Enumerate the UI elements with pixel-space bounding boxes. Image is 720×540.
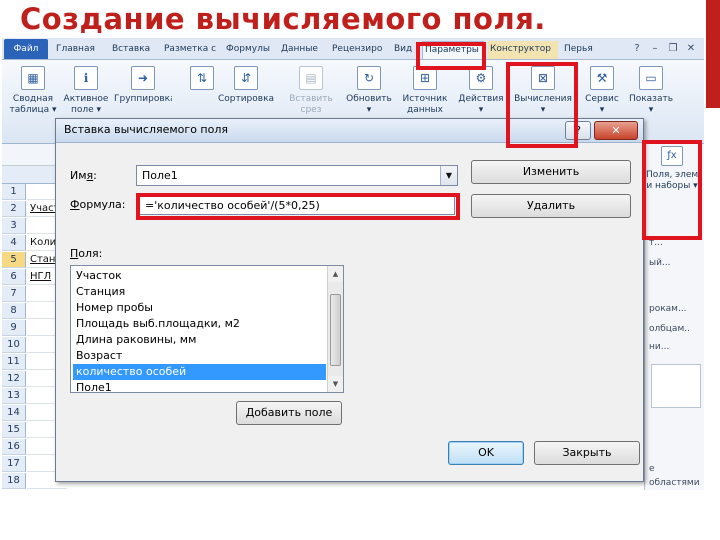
list-item[interactable]: Длина раковины, мм (73, 332, 326, 348)
close-icon[interactable]: ✕ (684, 42, 698, 56)
show-icon: ▭ (639, 66, 663, 90)
row-header[interactable]: 14 (2, 405, 26, 421)
row-header[interactable]: 6 (2, 269, 26, 285)
dialog-close-x-button[interactable]: ✕ (594, 121, 638, 140)
tab-home[interactable]: Главная (54, 41, 108, 59)
modify-button[interactable]: Изменить (471, 160, 631, 184)
row-header[interactable]: 17 (2, 456, 26, 472)
highlight-calculations-button (506, 62, 578, 148)
pane-item: е (649, 464, 655, 474)
active-field-icon: ℹ (74, 66, 98, 90)
close-button[interactable]: Закрыть (534, 441, 640, 465)
tab-formulas[interactable]: Формулы (224, 41, 276, 59)
list-item[interactable]: Поле1 (73, 380, 326, 392)
row-header[interactable]: 8 (2, 303, 26, 319)
dialog-title: Вставка вычисляемого поля (64, 123, 228, 136)
pane-item[interactable]: олбцам.. (649, 324, 704, 334)
list-item[interactable]: Возраст (73, 348, 326, 364)
group-icon: ➜ (131, 66, 155, 90)
scroll-up-icon[interactable]: ▲ (328, 266, 343, 282)
tab-pens[interactable]: Перья (562, 41, 600, 59)
sort-icon: ⇵ (234, 66, 258, 90)
row-header[interactable]: 10 (2, 337, 26, 353)
tab-view[interactable]: Вид (392, 41, 418, 59)
sort-az-icon: ⇅ (190, 66, 214, 90)
pane-item[interactable]: ый... (649, 258, 704, 268)
pivot-table-icon: ▦ (21, 66, 45, 90)
tab-file[interactable]: Файл (4, 39, 48, 59)
scroll-down-icon[interactable]: ▼ (328, 376, 343, 392)
fields-label: Поля: (70, 247, 103, 260)
add-field-button[interactable]: Добавить поле (236, 401, 342, 425)
minimize-icon[interactable]: – (648, 42, 662, 56)
name-label: Имя: (70, 169, 97, 182)
row-header[interactable]: 13 (2, 388, 26, 404)
pane-item[interactable]: рокам... (649, 304, 704, 314)
list-item[interactable]: Участок (73, 268, 326, 284)
list-item[interactable]: количество особей (73, 364, 326, 380)
highlight-formula-input (136, 193, 460, 220)
row-header[interactable]: 7 (2, 286, 26, 302)
insert-slicer-icon: ▤ (299, 66, 323, 90)
chevron-down-icon[interactable]: ▼ (440, 166, 457, 185)
insert-calculated-field-dialog: Вставка вычисляемого поля ? ✕ Имя: Поле1… (55, 118, 644, 482)
row-header[interactable]: 4 (2, 235, 26, 251)
slide-title: Создание вычисляемого поля. (20, 2, 546, 36)
fields-listbox[interactable]: Участок Станция Номер пробы Площадь выб.пло… (70, 265, 344, 393)
highlight-options-tab (416, 42, 486, 70)
pane-drop-area[interactable] (651, 364, 701, 408)
tools-icon: ⚒ (590, 66, 614, 90)
formula-label: Формула: (70, 198, 126, 211)
fields-scrollbar[interactable]: ▲ ▼ (327, 266, 343, 392)
row-header[interactable]: 3 (2, 218, 26, 234)
decorative-red-bar (706, 0, 720, 108)
row-header[interactable]: 9 (2, 320, 26, 336)
pane-item: областями (649, 478, 700, 488)
delete-button[interactable]: Удалить (471, 194, 631, 218)
tab-data[interactable]: Данные (279, 41, 327, 59)
row-header[interactable]: 15 (2, 422, 26, 438)
ribbon-tab-bar: Файл Главная Вставка Разметка с Формулы … (2, 38, 704, 60)
help-icon[interactable]: ? (630, 42, 644, 56)
refresh-icon: ↻ (357, 66, 381, 90)
row-header[interactable]: 11 (2, 354, 26, 370)
row-header[interactable]: 5 (2, 252, 26, 268)
name-combobox[interactable]: Поле1 ▼ (136, 165, 458, 186)
name-value: Поле1 (142, 169, 178, 182)
list-item[interactable]: Номер пробы (73, 300, 326, 316)
tab-review[interactable]: Рецензиро (330, 41, 390, 59)
scroll-thumb[interactable] (330, 294, 341, 366)
row-header[interactable]: 18 (2, 473, 26, 489)
restore-icon[interactable]: ❐ (666, 42, 680, 56)
row-header[interactable]: 1 (2, 184, 26, 200)
row-header[interactable]: 12 (2, 371, 26, 387)
ok-button[interactable]: OK (448, 441, 524, 465)
tab-insert[interactable]: Вставка (110, 41, 160, 59)
list-item[interactable]: Площадь выб.площадки, м2 (73, 316, 326, 332)
row-header[interactable]: 2 (2, 201, 26, 217)
pivot-table-button[interactable]: ▦ Сводная таблица ▾ (6, 66, 60, 136)
list-item[interactable]: Станция (73, 284, 326, 300)
highlight-fields-items-sets (642, 140, 702, 240)
pane-item[interactable]: ни... (649, 342, 704, 352)
tab-page-layout[interactable]: Разметка с (162, 41, 220, 59)
tab-design[interactable]: Конструктор (488, 41, 558, 59)
row-header[interactable]: 16 (2, 439, 26, 455)
